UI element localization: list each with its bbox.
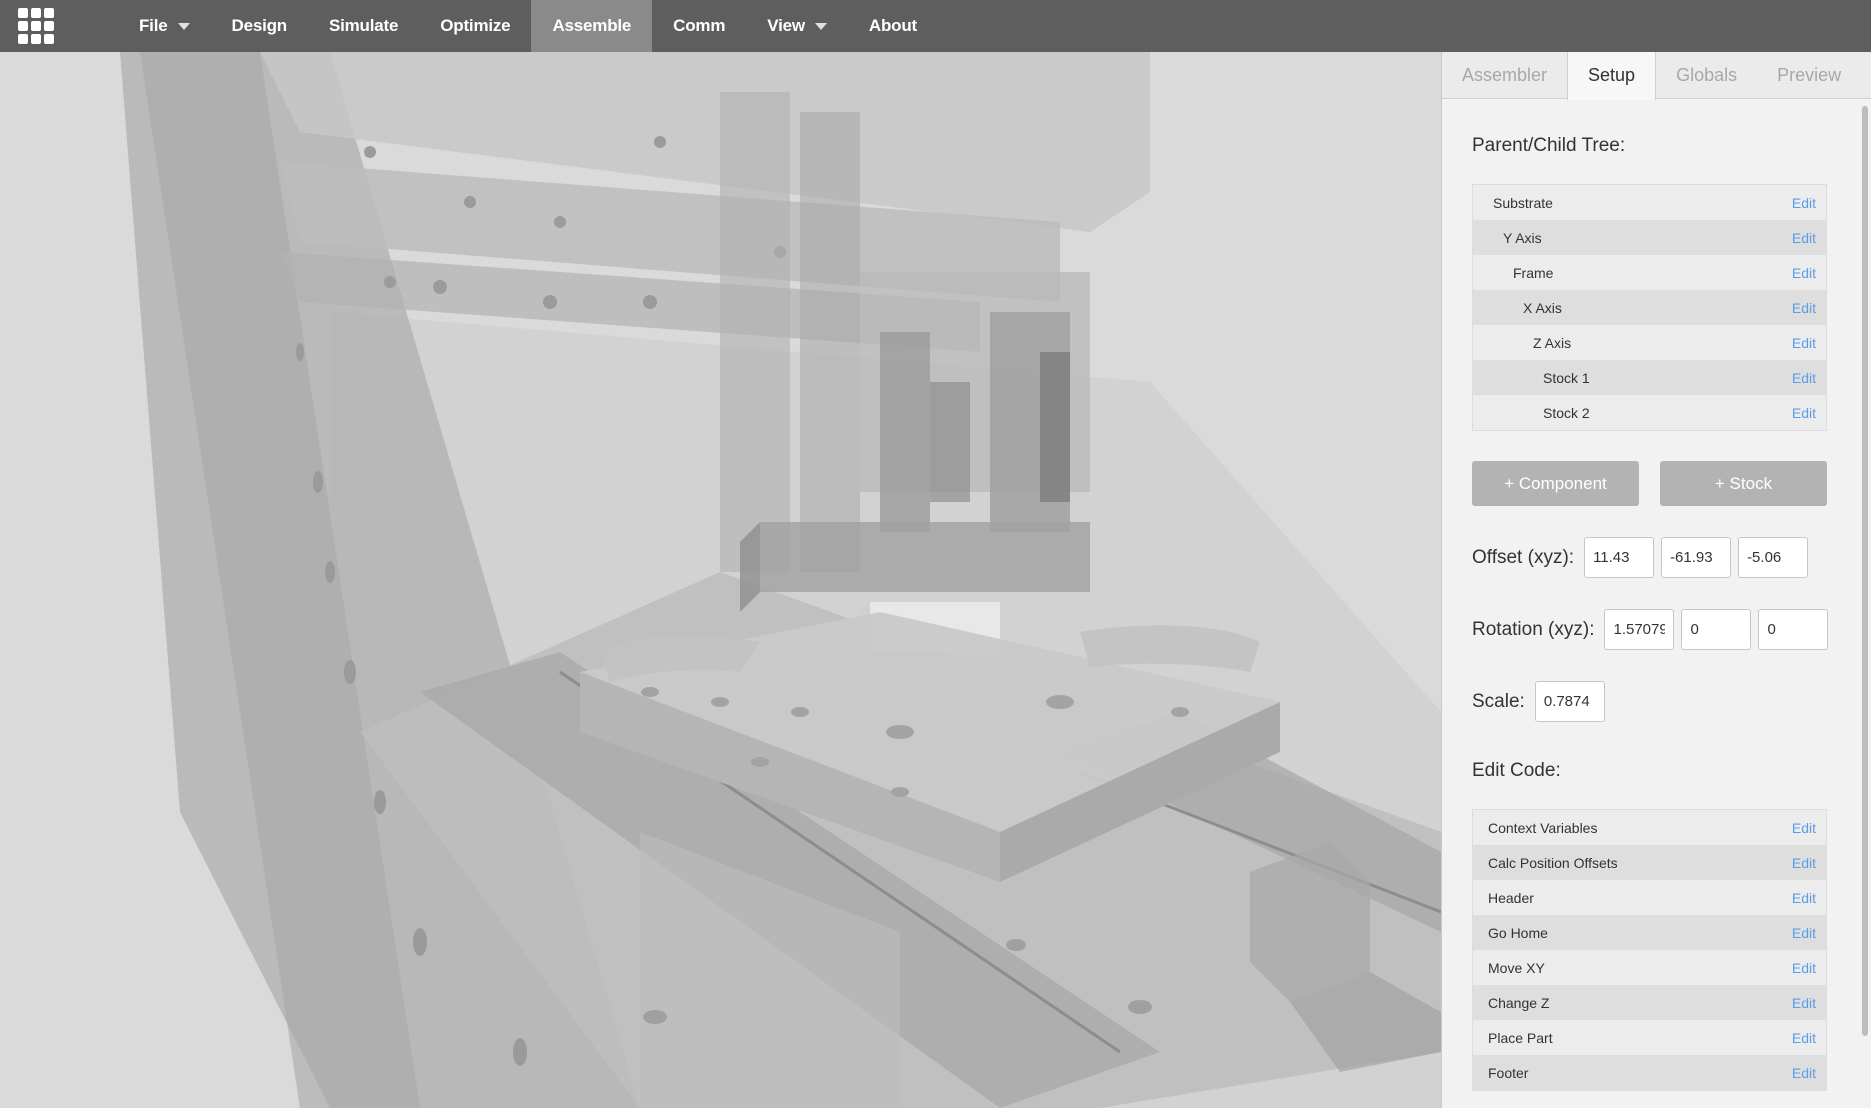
offset-z-input[interactable]	[1738, 537, 1809, 578]
rotation-label: Rotation (xyz):	[1472, 618, 1595, 640]
panel-scrollbar[interactable]	[1862, 106, 1868, 1036]
tree-row-stock-1[interactable]: Stock 1 Edit	[1473, 360, 1826, 395]
apps-grid-icon[interactable]	[18, 8, 54, 44]
edit-link[interactable]: Edit	[1792, 265, 1816, 281]
nav-design[interactable]: Design	[211, 0, 308, 52]
nav-view[interactable]: View	[746, 0, 848, 52]
tree-row-label: Substrate	[1493, 194, 1553, 211]
edit-link[interactable]: Edit	[1792, 995, 1816, 1011]
tree-title: Parent/Child Tree:	[1472, 135, 1626, 156]
scale-label: Scale:	[1472, 690, 1525, 712]
edit-link[interactable]: Edit	[1792, 1030, 1816, 1046]
machine-model-render	[0, 52, 1441, 1108]
top-nav: File Design Simulate Optimize Assemble C…	[0, 0, 1871, 52]
tab-globals[interactable]: Globals	[1656, 52, 1757, 99]
tree-row-label: Stock 1	[1543, 369, 1590, 386]
add-stock-button[interactable]: + Stock	[1660, 461, 1827, 506]
edit-code-list: Context Variables Edit Calc Position Off…	[1472, 809, 1827, 1091]
nav-simulate-label: Simulate	[328, 16, 399, 35]
offset-row: Offset (xyz):	[1472, 537, 1871, 578]
code-row-label: Calc Position Offsets	[1488, 854, 1618, 871]
add-buttons: + Component + Stock	[1472, 461, 1871, 506]
offset-label: Offset (xyz):	[1472, 546, 1575, 568]
tree-row-frame[interactable]: Frame Edit	[1473, 255, 1826, 290]
assemble-panel: Assembler Setup Globals Preview Parent/C…	[1441, 52, 1871, 1108]
code-row-go-home[interactable]: Go Home Edit	[1473, 915, 1826, 950]
tree-row-label: X Axis	[1523, 299, 1562, 316]
tree-row-stock-2[interactable]: Stock 2 Edit	[1473, 395, 1826, 430]
edit-link[interactable]: Edit	[1792, 890, 1816, 906]
tab-preview[interactable]: Preview	[1757, 52, 1861, 99]
rotation-x-input[interactable]	[1604, 609, 1675, 650]
code-row-label: Move XY	[1488, 959, 1545, 976]
nav-simulate[interactable]: Simulate	[308, 0, 419, 52]
code-row-footer[interactable]: Footer Edit	[1473, 1055, 1826, 1090]
3d-viewport[interactable]	[0, 52, 1441, 1108]
tree-row-label: Z Axis	[1533, 334, 1572, 351]
code-row-change-z[interactable]: Change Z Edit	[1473, 985, 1826, 1020]
code-row-label: Context Variables	[1488, 819, 1598, 836]
code-row-label: Place Part	[1488, 1029, 1553, 1046]
nav-view-label: View	[767, 16, 805, 35]
tree-row-label: Y Axis	[1503, 229, 1542, 246]
nav-assemble[interactable]: Assemble	[531, 0, 653, 52]
tree-row-label: Frame	[1513, 264, 1554, 281]
edit-link[interactable]: Edit	[1792, 300, 1816, 316]
tree-row-label: Stock 2	[1543, 404, 1590, 421]
edit-link[interactable]: Edit	[1792, 1065, 1816, 1081]
nav-assemble-label: Assemble	[552, 16, 632, 35]
code-row-place-part[interactable]: Place Part Edit	[1473, 1020, 1826, 1055]
code-row-context-variables[interactable]: Context Variables Edit	[1473, 810, 1826, 845]
code-row-header[interactable]: Header Edit	[1473, 880, 1826, 915]
edit-link[interactable]: Edit	[1792, 820, 1816, 836]
add-component-button[interactable]: + Component	[1472, 461, 1639, 506]
nav-design-label: Design	[231, 16, 288, 35]
rotation-z-input[interactable]	[1758, 609, 1829, 650]
edit-link[interactable]: Edit	[1792, 960, 1816, 976]
edit-link[interactable]: Edit	[1792, 335, 1816, 351]
nav-comm-label: Comm	[673, 16, 726, 35]
edit-link[interactable]: Edit	[1792, 855, 1816, 871]
nav-about-label: About	[868, 16, 917, 35]
edit-link[interactable]: Edit	[1792, 195, 1816, 211]
scale-input[interactable]	[1534, 681, 1605, 722]
nav-optimize[interactable]: Optimize	[419, 0, 531, 52]
tree-row-y-axis[interactable]: Y Axis Edit	[1473, 220, 1826, 255]
panel-tabs: Assembler Setup Globals Preview	[1442, 52, 1871, 100]
tree-row-x-axis[interactable]: X Axis Edit	[1473, 290, 1826, 325]
code-row-label: Header	[1488, 889, 1534, 906]
edit-link[interactable]: Edit	[1792, 925, 1816, 941]
nav-comm[interactable]: Comm	[652, 0, 746, 52]
code-row-label: Change Z	[1488, 994, 1550, 1011]
offset-x-input[interactable]	[1584, 537, 1655, 578]
edit-link[interactable]: Edit	[1792, 230, 1816, 246]
nav-about[interactable]: About	[848, 0, 938, 52]
tab-setup[interactable]: Setup	[1567, 52, 1657, 100]
tab-assembler[interactable]: Assembler	[1442, 52, 1567, 99]
code-row-label: Footer	[1488, 1064, 1529, 1081]
parent-child-tree: Substrate Edit Y Axis Edit Frame Edit X …	[1472, 184, 1827, 431]
chevron-down-icon	[177, 22, 190, 30]
rotation-row: Rotation (xyz):	[1472, 609, 1871, 650]
code-row-move-xy[interactable]: Move XY Edit	[1473, 950, 1826, 985]
edit-link[interactable]: Edit	[1792, 370, 1816, 386]
edit-link[interactable]: Edit	[1792, 405, 1816, 421]
nav-file-label: File	[139, 16, 168, 35]
code-row-label: Go Home	[1488, 924, 1548, 941]
scale-row: Scale:	[1472, 681, 1871, 722]
offset-y-input[interactable]	[1661, 537, 1732, 578]
chevron-down-icon	[814, 22, 827, 30]
code-row-calc-position-offsets[interactable]: Calc Position Offsets Edit	[1473, 845, 1826, 880]
nav-file[interactable]: File	[118, 0, 211, 52]
tree-row-substrate[interactable]: Substrate Edit	[1473, 185, 1826, 220]
rotation-y-input[interactable]	[1681, 609, 1752, 650]
tree-row-z-axis[interactable]: Z Axis Edit	[1473, 325, 1826, 360]
nav-optimize-label: Optimize	[440, 16, 511, 35]
edit-code-title: Edit Code:	[1472, 760, 1561, 781]
